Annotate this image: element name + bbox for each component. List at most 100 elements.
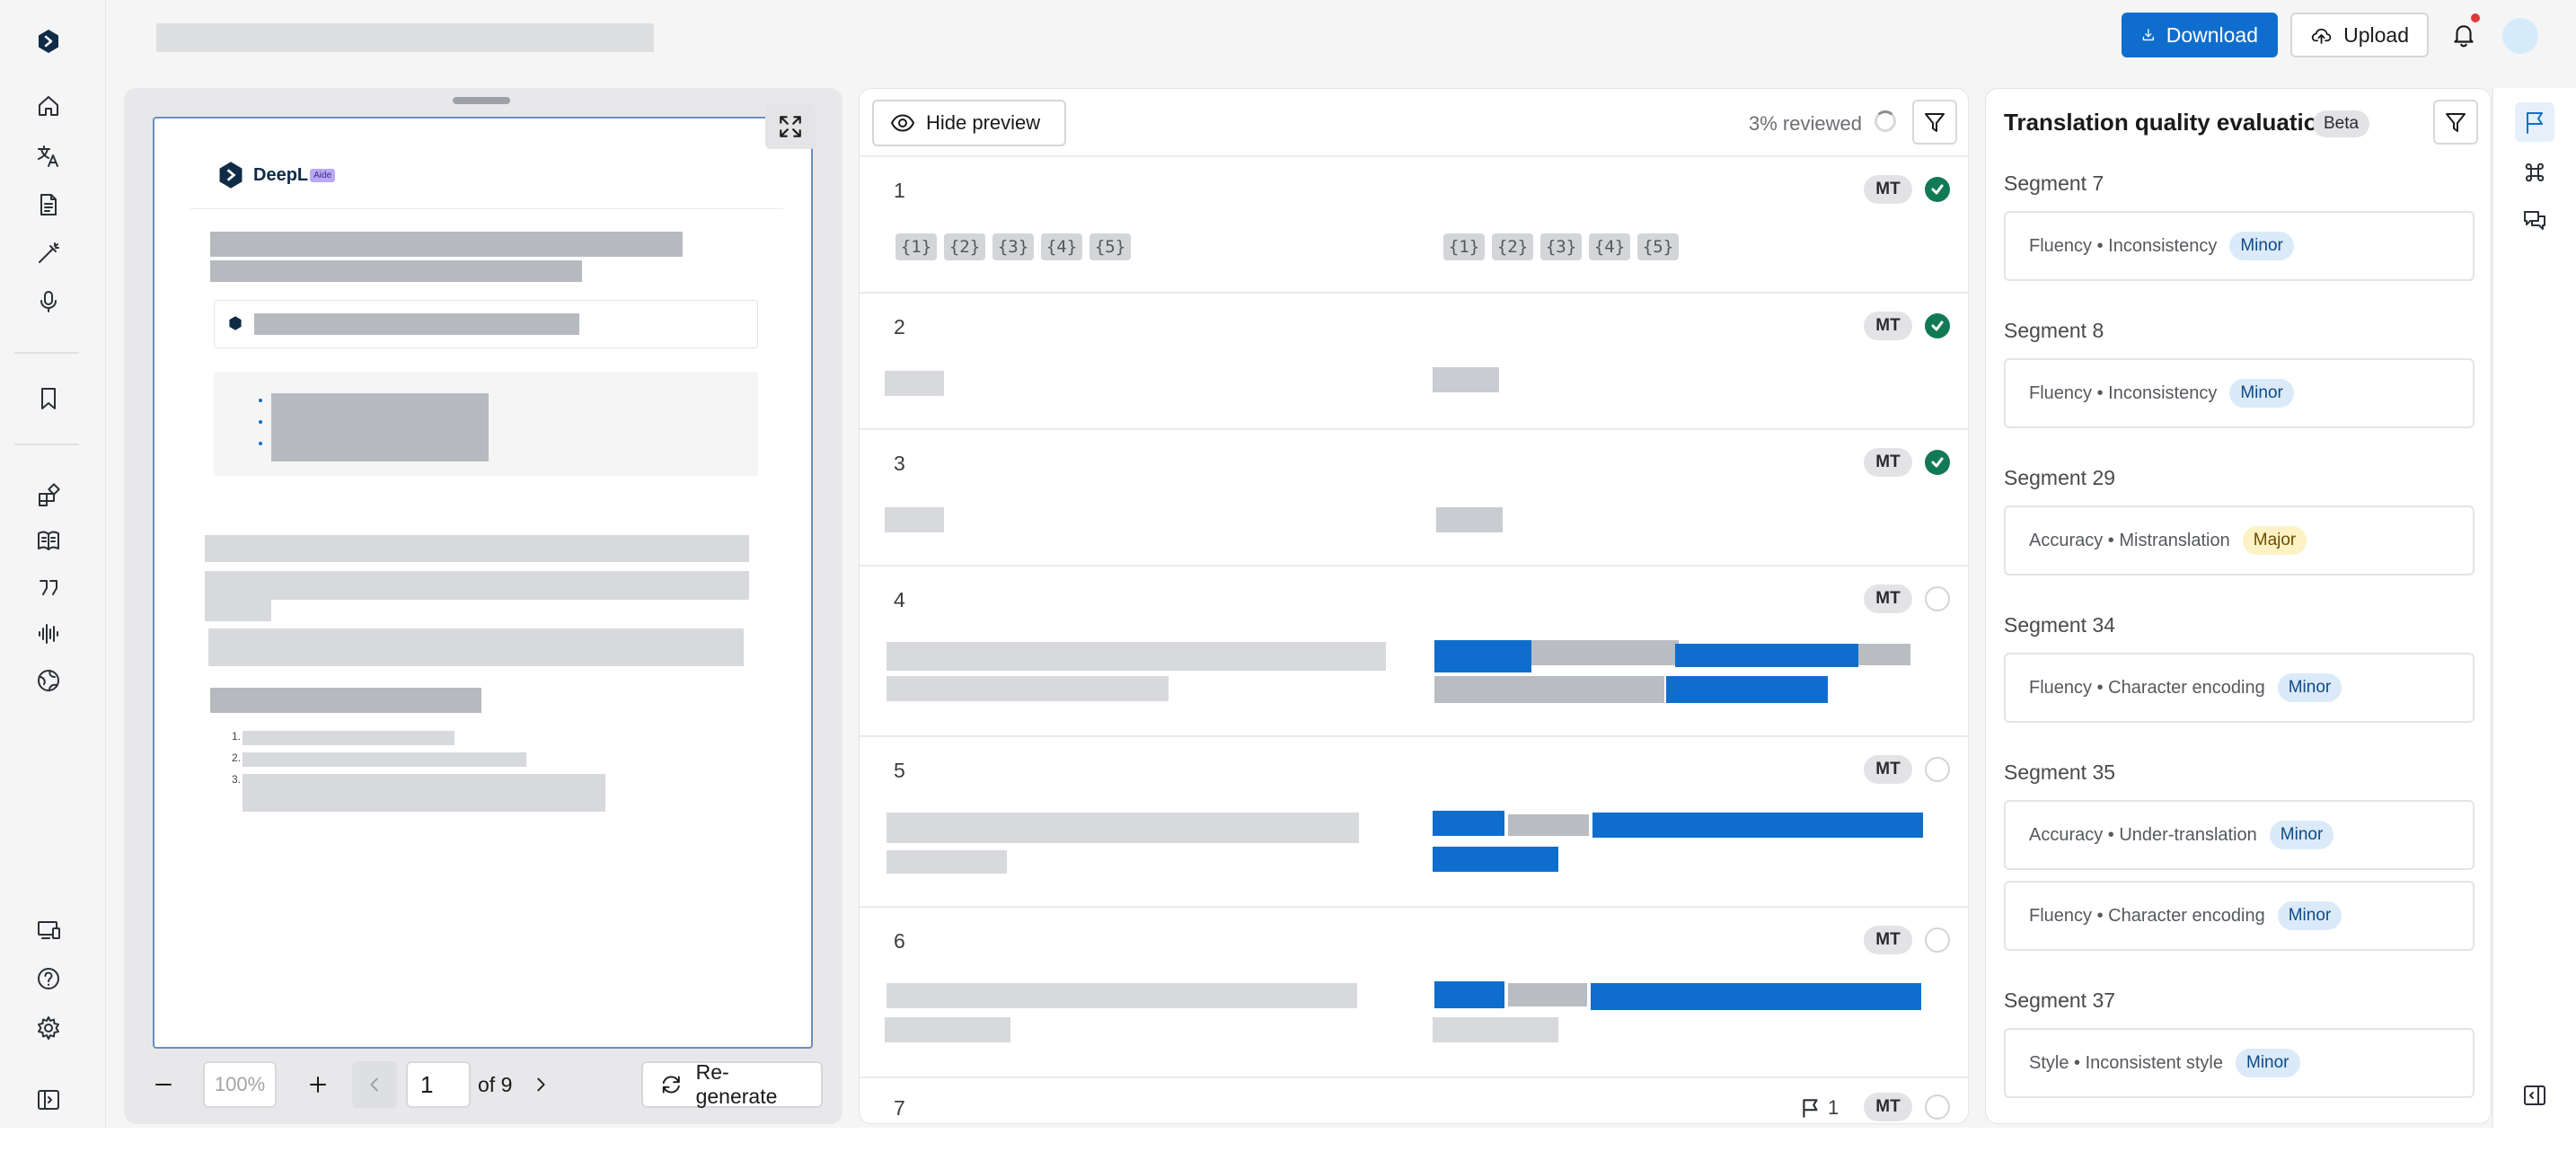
globe-icon[interactable]	[32, 664, 65, 697]
collapse-panel-button[interactable]	[2519, 1079, 2551, 1112]
page-number-input[interactable]: 1	[406, 1061, 471, 1108]
microphone-icon[interactable]	[32, 286, 65, 318]
comments-tab[interactable]	[2519, 205, 2551, 237]
regenerate-button[interactable]: Re-generate	[641, 1060, 823, 1108]
severity-badge: Minor	[2277, 901, 2342, 930]
list-marker-3: 3.	[232, 773, 242, 786]
magic-wand-icon[interactable]	[32, 237, 65, 269]
issue-card[interactable]: Style • Inconsistent style Minor	[2004, 1028, 2475, 1098]
bookmark-icon[interactable]	[32, 382, 65, 415]
chevron-right-icon	[537, 1077, 545, 1092]
review-status-icon[interactable]	[1925, 1094, 1950, 1120]
issue-text: Fluency • Inconsistency	[2029, 382, 2218, 403]
avatar[interactable]	[2502, 18, 2538, 54]
mt-badge: MT	[1864, 584, 1912, 613]
issue-card[interactable]: Fluency • Inconsistency Minor	[2004, 358, 2475, 428]
segment-row[interactable]: 6 MT	[860, 908, 1968, 1078]
collapse-panel-icon	[2524, 1085, 2545, 1105]
zoom-input[interactable]: 100%	[203, 1061, 277, 1108]
mt-badge: MT	[1864, 1093, 1912, 1121]
quote-icon[interactable]	[32, 571, 65, 603]
right-rail	[2492, 88, 2576, 1128]
issue-card[interactable]: Fluency • Character encoding Minor	[2004, 881, 2475, 951]
segment-number: 3	[894, 452, 905, 475]
segment-row[interactable]: 7 1 MT	[860, 1078, 1968, 1123]
settings-gear-icon[interactable]	[32, 1012, 65, 1044]
segment-row[interactable]: 4 MT	[860, 567, 1968, 737]
segment-number: 2	[894, 315, 905, 338]
tag: {2}	[1492, 233, 1533, 260]
issue-card[interactable]: Accuracy • Mistranslation Major	[2004, 505, 2475, 576]
logo-badge: Aide	[310, 168, 336, 182]
previous-page-button[interactable]	[352, 1061, 397, 1108]
mt-badge: MT	[1864, 926, 1912, 954]
command-tab[interactable]	[2519, 156, 2551, 189]
home-icon[interactable]	[32, 90, 65, 122]
expand-sidebar-icon[interactable]	[32, 1084, 65, 1116]
audio-wave-icon[interactable]	[32, 618, 65, 650]
segment-group-title: Segment 29	[2004, 466, 2116, 489]
deepl-logo-icon[interactable]	[32, 25, 65, 57]
expand-icon	[780, 116, 801, 137]
left-nav	[0, 0, 106, 1128]
segment-row[interactable]: 5 MT	[860, 737, 1968, 908]
tag: {3}	[992, 233, 1034, 260]
tag: {3}	[1540, 233, 1582, 260]
fullscreen-button[interactable]	[765, 104, 816, 149]
segment-row[interactable]: 2 MT	[860, 294, 1968, 430]
document-icon[interactable]	[32, 189, 65, 221]
download-icon	[2142, 29, 2154, 41]
tag: {5}	[1090, 233, 1131, 260]
tag: {5}	[1637, 233, 1679, 260]
devices-icon[interactable]	[32, 914, 65, 946]
issue-card[interactable]: Accuracy • Under-translation Minor	[2004, 800, 2475, 870]
glossary-icon[interactable]	[32, 524, 65, 557]
segment-row[interactable]: 3 MT	[860, 430, 1968, 567]
segment-group-title: Segment 37	[2004, 989, 2116, 1012]
deepl-logo-icon	[219, 162, 243, 189]
next-page-button[interactable]	[525, 1068, 557, 1101]
comments-icon	[2524, 211, 2545, 230]
segment-number: 1	[894, 179, 905, 202]
severity-badge: Minor	[2277, 673, 2342, 702]
zoom-in-button[interactable]	[302, 1068, 334, 1101]
segment-number: 4	[894, 588, 905, 611]
segments-filter-button[interactable]	[1912, 100, 1957, 145]
reviewed-check-icon[interactable]	[1925, 313, 1950, 338]
apps-icon[interactable]	[32, 479, 65, 512]
hide-preview-button[interactable]: Hide preview	[872, 100, 1066, 146]
list-marker-1: 1.	[232, 730, 242, 743]
resize-handle[interactable]	[453, 97, 510, 104]
translate-icon[interactable]	[32, 140, 65, 172]
severity-badge: Major	[2242, 526, 2307, 555]
upload-button[interactable]: Upload	[2290, 13, 2429, 57]
segment-number: 6	[894, 929, 905, 953]
reviewed-check-icon[interactable]	[1925, 450, 1950, 475]
quality-flag-tab[interactable]	[2515, 102, 2554, 142]
reviewed-check-icon[interactable]	[1925, 177, 1950, 202]
quality-filter-button[interactable]	[2433, 100, 2478, 145]
help-icon[interactable]	[32, 962, 65, 995]
zoom-out-button[interactable]	[147, 1068, 180, 1101]
minus-icon	[155, 1084, 172, 1085]
preview-page: DeepL Aide 1. 2. 3.	[153, 117, 813, 1049]
tag: {2}	[944, 233, 985, 260]
mt-badge: MT	[1864, 448, 1912, 477]
page-subheading-placeholder	[210, 260, 582, 282]
issue-card[interactable]: Fluency • Character encoding Minor	[2004, 653, 2475, 723]
quality-panel-title: Translation quality evaluation	[2004, 109, 2333, 136]
review-status-icon[interactable]	[1925, 586, 1950, 611]
severity-badge: Minor	[2229, 232, 2294, 260]
filter-icon	[2446, 113, 2466, 132]
segments-panel: Hide preview 3% reviewed 1 MT {1} {2} {3…	[859, 88, 1969, 1124]
issue-card[interactable]: Fluency • Inconsistency Minor	[2004, 211, 2475, 281]
flag-count: 1	[1828, 1096, 1839, 1119]
segment-row[interactable]: 1 MT {1} {2} {3} {4} {5} {1} {2} {3} {4}…	[860, 157, 1968, 294]
review-status-icon[interactable]	[1925, 927, 1950, 953]
segment-group-title: Segment 34	[2004, 613, 2116, 637]
download-button[interactable]: Download	[2122, 13, 2278, 57]
review-status-icon[interactable]	[1925, 757, 1950, 782]
issue-text: Fluency • Character encoding	[2029, 905, 2265, 926]
segment-group-title: Segment 35	[2004, 760, 2116, 784]
issue-text: Accuracy • Under-translation	[2029, 824, 2257, 845]
